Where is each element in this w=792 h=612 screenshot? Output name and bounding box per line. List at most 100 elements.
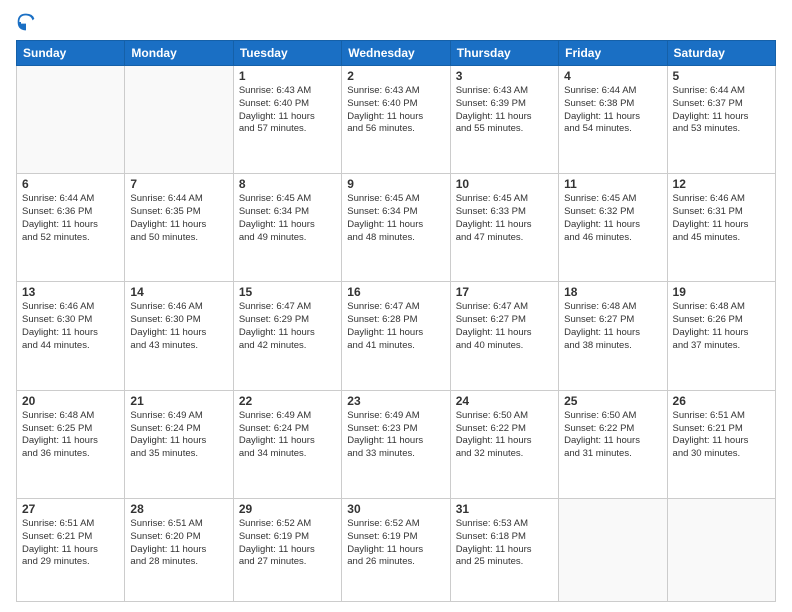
day-info: Sunrise: 6:46 AM Sunset: 6:30 PM Dayligh… bbox=[22, 301, 119, 352]
day-info: Sunrise: 6:45 AM Sunset: 6:34 PM Dayligh… bbox=[239, 193, 336, 244]
day-number: 23 bbox=[347, 394, 444, 408]
day-header-wednesday: Wednesday bbox=[342, 41, 450, 66]
day-info: Sunrise: 6:46 AM Sunset: 6:30 PM Dayligh… bbox=[130, 301, 227, 352]
day-info: Sunrise: 6:44 AM Sunset: 6:37 PM Dayligh… bbox=[673, 85, 770, 136]
day-info: Sunrise: 6:43 AM Sunset: 6:40 PM Dayligh… bbox=[239, 85, 336, 136]
calendar-cell: 9 Sunrise: 6:45 AM Sunset: 6:34 PM Daylig… bbox=[342, 174, 450, 282]
calendar-cell: 6 Sunrise: 6:44 AM Sunset: 6:36 PM Daylig… bbox=[17, 174, 125, 282]
day-info: Sunrise: 6:45 AM Sunset: 6:32 PM Dayligh… bbox=[564, 193, 661, 244]
day-number: 7 bbox=[130, 177, 227, 191]
day-number: 19 bbox=[673, 285, 770, 299]
day-number: 6 bbox=[22, 177, 119, 191]
header-row: SundayMondayTuesdayWednesdayThursdayFrid… bbox=[17, 41, 776, 66]
day-info: Sunrise: 6:45 AM Sunset: 6:34 PM Dayligh… bbox=[347, 193, 444, 244]
day-info: Sunrise: 6:51 AM Sunset: 6:20 PM Dayligh… bbox=[130, 518, 227, 569]
week-row-3: 13 Sunrise: 6:46 AM Sunset: 6:30 PM Dayli… bbox=[17, 282, 776, 390]
logo-icon bbox=[16, 12, 36, 32]
day-info: Sunrise: 6:49 AM Sunset: 6:24 PM Dayligh… bbox=[239, 410, 336, 461]
calendar-cell: 5 Sunrise: 6:44 AM Sunset: 6:37 PM Daylig… bbox=[667, 66, 775, 174]
day-info: Sunrise: 6:48 AM Sunset: 6:25 PM Dayligh… bbox=[22, 410, 119, 461]
day-number: 3 bbox=[456, 69, 553, 83]
day-number: 17 bbox=[456, 285, 553, 299]
day-info: Sunrise: 6:51 AM Sunset: 6:21 PM Dayligh… bbox=[22, 518, 119, 569]
day-info: Sunrise: 6:48 AM Sunset: 6:26 PM Dayligh… bbox=[673, 301, 770, 352]
calendar-cell bbox=[125, 66, 233, 174]
day-number: 8 bbox=[239, 177, 336, 191]
calendar-cell: 28 Sunrise: 6:51 AM Sunset: 6:20 PM Dayli… bbox=[125, 498, 233, 601]
calendar-cell: 30Sunrise: 6:52 AM Sunset: 6:19 PM Dayli… bbox=[342, 498, 450, 601]
day-number: 29 bbox=[239, 502, 336, 516]
calendar-header: SundayMondayTuesdayWednesdayThursdayFrid… bbox=[17, 41, 776, 66]
day-info: Sunrise: 6:52 AM Sunset: 6:19 PM Dayligh… bbox=[239, 518, 336, 569]
calendar: SundayMondayTuesdayWednesdayThursdayFrid… bbox=[16, 40, 776, 602]
day-number: 2 bbox=[347, 69, 444, 83]
day-number: 9 bbox=[347, 177, 444, 191]
calendar-cell: 26 Sunrise: 6:51 AM Sunset: 6:21 PM Dayli… bbox=[667, 390, 775, 498]
week-row-4: 20 Sunrise: 6:48 AM Sunset: 6:25 PM Dayli… bbox=[17, 390, 776, 498]
day-info: Sunrise: 6:49 AM Sunset: 6:23 PM Dayligh… bbox=[347, 410, 444, 461]
day-header-friday: Friday bbox=[559, 41, 667, 66]
calendar-cell: 20 Sunrise: 6:48 AM Sunset: 6:25 PM Dayli… bbox=[17, 390, 125, 498]
day-number: 4 bbox=[564, 69, 661, 83]
day-number: 12 bbox=[673, 177, 770, 191]
day-number: 25 bbox=[564, 394, 661, 408]
day-number: 14 bbox=[130, 285, 227, 299]
day-info: Sunrise: 6:44 AM Sunset: 6:38 PM Dayligh… bbox=[564, 85, 661, 136]
day-number: 13 bbox=[22, 285, 119, 299]
day-info: Sunrise: 6:53 AM Sunset: 6:18 PM Dayligh… bbox=[456, 518, 553, 569]
day-info: Sunrise: 6:43 AM Sunset: 6:40 PM Dayligh… bbox=[347, 85, 444, 136]
calendar-cell: 24Sunrise: 6:50 AM Sunset: 6:22 PM Dayli… bbox=[450, 390, 558, 498]
day-number: 28 bbox=[130, 502, 227, 516]
day-number: 27 bbox=[22, 502, 119, 516]
week-row-1: 1 Sunrise: 6:43 AM Sunset: 6:40 PM Daylig… bbox=[17, 66, 776, 174]
header bbox=[16, 12, 776, 32]
day-header-thursday: Thursday bbox=[450, 41, 558, 66]
calendar-cell: 1 Sunrise: 6:43 AM Sunset: 6:40 PM Daylig… bbox=[233, 66, 341, 174]
calendar-cell: 16Sunrise: 6:47 AM Sunset: 6:28 PM Dayli… bbox=[342, 282, 450, 390]
day-number: 31 bbox=[456, 502, 553, 516]
calendar-cell: 19 Sunrise: 6:48 AM Sunset: 6:26 PM Dayli… bbox=[667, 282, 775, 390]
calendar-cell: 27 Sunrise: 6:51 AM Sunset: 6:21 PM Dayli… bbox=[17, 498, 125, 601]
day-info: Sunrise: 6:46 AM Sunset: 6:31 PM Dayligh… bbox=[673, 193, 770, 244]
day-info: Sunrise: 6:44 AM Sunset: 6:35 PM Dayligh… bbox=[130, 193, 227, 244]
day-header-tuesday: Tuesday bbox=[233, 41, 341, 66]
day-header-saturday: Saturday bbox=[667, 41, 775, 66]
calendar-cell: 13 Sunrise: 6:46 AM Sunset: 6:30 PM Dayli… bbox=[17, 282, 125, 390]
logo bbox=[16, 12, 40, 32]
day-number: 30 bbox=[347, 502, 444, 516]
calendar-cell: 2 Sunrise: 6:43 AM Sunset: 6:40 PM Daylig… bbox=[342, 66, 450, 174]
week-row-2: 6 Sunrise: 6:44 AM Sunset: 6:36 PM Daylig… bbox=[17, 174, 776, 282]
calendar-cell: 11Sunrise: 6:45 AM Sunset: 6:32 PM Dayli… bbox=[559, 174, 667, 282]
day-header-sunday: Sunday bbox=[17, 41, 125, 66]
calendar-cell: 10 Sunrise: 6:45 AM Sunset: 6:33 PM Dayli… bbox=[450, 174, 558, 282]
calendar-cell: 22Sunrise: 6:49 AM Sunset: 6:24 PM Dayli… bbox=[233, 390, 341, 498]
calendar-cell: 14 Sunrise: 6:46 AM Sunset: 6:30 PM Dayli… bbox=[125, 282, 233, 390]
day-header-monday: Monday bbox=[125, 41, 233, 66]
day-number: 20 bbox=[22, 394, 119, 408]
calendar-cell: 3 Sunrise: 6:43 AM Sunset: 6:39 PM Daylig… bbox=[450, 66, 558, 174]
day-number: 10 bbox=[456, 177, 553, 191]
calendar-cell: 12 Sunrise: 6:46 AM Sunset: 6:31 PM Dayli… bbox=[667, 174, 775, 282]
day-info: Sunrise: 6:51 AM Sunset: 6:21 PM Dayligh… bbox=[673, 410, 770, 461]
day-number: 18 bbox=[564, 285, 661, 299]
calendar-body: 1 Sunrise: 6:43 AM Sunset: 6:40 PM Daylig… bbox=[17, 66, 776, 602]
day-number: 5 bbox=[673, 69, 770, 83]
day-number: 26 bbox=[673, 394, 770, 408]
day-info: Sunrise: 6:47 AM Sunset: 6:27 PM Dayligh… bbox=[456, 301, 553, 352]
calendar-cell: 4 Sunrise: 6:44 AM Sunset: 6:38 PM Daylig… bbox=[559, 66, 667, 174]
calendar-cell: 23 Sunrise: 6:49 AM Sunset: 6:23 PM Dayli… bbox=[342, 390, 450, 498]
calendar-cell: 25 Sunrise: 6:50 AM Sunset: 6:22 PM Dayli… bbox=[559, 390, 667, 498]
day-number: 1 bbox=[239, 69, 336, 83]
day-info: Sunrise: 6:43 AM Sunset: 6:39 PM Dayligh… bbox=[456, 85, 553, 136]
calendar-cell: 7 Sunrise: 6:44 AM Sunset: 6:35 PM Daylig… bbox=[125, 174, 233, 282]
day-number: 15 bbox=[239, 285, 336, 299]
calendar-cell: 15Sunrise: 6:47 AM Sunset: 6:29 PM Dayli… bbox=[233, 282, 341, 390]
day-info: Sunrise: 6:48 AM Sunset: 6:27 PM Dayligh… bbox=[564, 301, 661, 352]
day-info: Sunrise: 6:50 AM Sunset: 6:22 PM Dayligh… bbox=[456, 410, 553, 461]
day-info: Sunrise: 6:45 AM Sunset: 6:33 PM Dayligh… bbox=[456, 193, 553, 244]
day-info: Sunrise: 6:50 AM Sunset: 6:22 PM Dayligh… bbox=[564, 410, 661, 461]
page: SundayMondayTuesdayWednesdayThursdayFrid… bbox=[0, 0, 792, 612]
day-number: 21 bbox=[130, 394, 227, 408]
day-info: Sunrise: 6:44 AM Sunset: 6:36 PM Dayligh… bbox=[22, 193, 119, 244]
calendar-cell bbox=[17, 66, 125, 174]
